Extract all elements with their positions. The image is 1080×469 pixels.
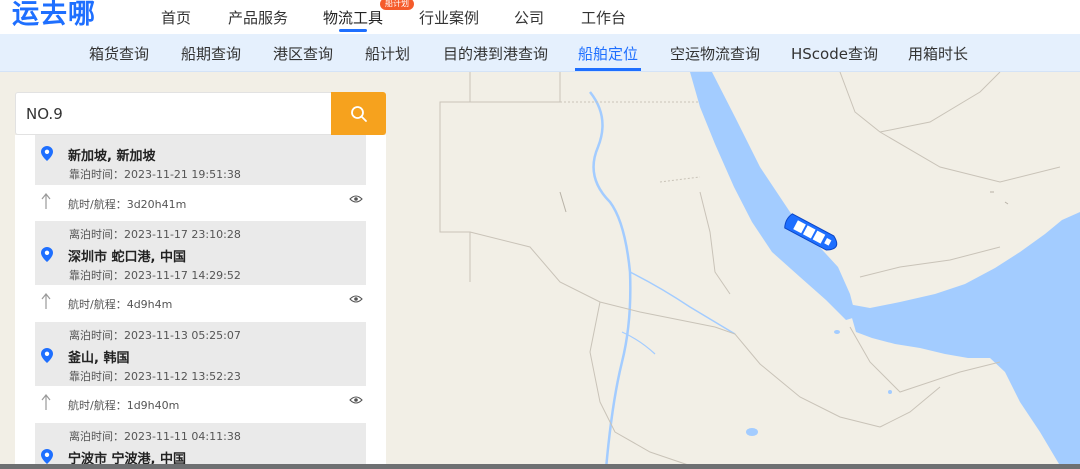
port-name: 深圳市 蛇口港, 中国	[68, 250, 186, 265]
depart-time: 离泊时间：2023-11-17 23:10:28	[69, 228, 241, 241]
port-card-ningbo[interactable]: 离泊时间：2023-11-11 04:11:38 宁波市 宁波港, 中国	[35, 423, 366, 469]
sub-navbar: 箱货查询 船期查询 港区查询 船计划 目的港到港查询 船舶定位 空运物流查询 H…	[0, 34, 1080, 72]
depart-time: 离泊时间：2023-11-13 05:25:07	[69, 329, 241, 342]
port-card-singapore[interactable]: 新加坡, 新加坡 靠泊时间：2023-11-21 19:51:38	[35, 135, 366, 185]
voyage-row: 航时/航程：4d9h4m	[35, 290, 366, 316]
subnav-container-query[interactable]: 箱货查询	[89, 43, 149, 64]
port-name: 新加坡, 新加坡	[68, 149, 156, 164]
voyage-duration: 航时/航程：1d9h40m	[68, 399, 180, 412]
nav-cases[interactable]: 行业案例	[419, 7, 479, 28]
location-pin-icon	[41, 247, 53, 262]
subnav-active-indicator	[575, 68, 641, 71]
subnav-terminal-query[interactable]: 港区查询	[273, 43, 333, 64]
subnav-air-query[interactable]: 空运物流查询	[670, 43, 760, 64]
voyage-duration: 航时/航程：3d20h41m	[68, 198, 187, 211]
nav-company[interactable]: 公司	[514, 7, 544, 28]
port-name: 釜山, 韩国	[68, 351, 130, 366]
search-box	[15, 92, 331, 135]
port-card-shekou[interactable]: 离泊时间：2023-11-17 23:10:28 深圳市 蛇口港, 中国 靠泊时…	[35, 221, 366, 285]
nav-active-indicator	[339, 29, 367, 32]
eye-icon[interactable]	[349, 294, 363, 304]
ship-plan-badge: 船计划	[380, 0, 414, 10]
voyage-duration: 航时/航程：4d9h4m	[68, 298, 173, 311]
search-button[interactable]	[331, 92, 386, 135]
top-navbar: 运去哪 首页 产品服务 物流工具 船计划 行业案例 公司 工作台	[0, 0, 1080, 34]
nav-home[interactable]: 首页	[161, 7, 191, 28]
subnav-container-days[interactable]: 用箱时长	[908, 43, 968, 64]
route-panel[interactable]: 新加坡, 新加坡 靠泊时间：2023-11-21 19:51:38 航时/航程：…	[15, 135, 386, 469]
arrow-up-icon	[41, 193, 51, 209]
arrow-up-icon	[41, 293, 51, 309]
search-icon	[350, 105, 367, 122]
subnav-ship-tracking[interactable]: 船舶定位	[578, 43, 638, 64]
eye-icon[interactable]	[349, 194, 363, 204]
location-pin-icon	[41, 449, 53, 464]
location-pin-icon	[41, 146, 53, 161]
nav-products[interactable]: 产品服务	[228, 7, 288, 28]
subnav-hscode-query[interactable]: HScode查询	[791, 43, 878, 64]
subnav-schedule-query[interactable]: 船期查询	[181, 43, 241, 64]
berth-time: 靠泊时间：2023-11-21 19:51:38	[69, 168, 241, 181]
depart-time: 离泊时间：2023-11-11 04:11:38	[69, 430, 241, 443]
voyage-row: 航时/航程：3d20h41m	[35, 190, 366, 216]
bottom-scrollbar[interactable]	[0, 464, 1080, 469]
berth-time: 靠泊时间：2023-11-12 13:52:23	[69, 370, 241, 383]
ship-search-input[interactable]	[16, 93, 331, 134]
berth-time: 靠泊时间：2023-11-17 14:29:52	[69, 269, 241, 282]
voyage-row: 航时/航程：1d9h40m	[35, 391, 366, 417]
ship-marker-icon[interactable]	[780, 210, 850, 260]
nav-logistics-tools[interactable]: 物流工具	[323, 7, 383, 28]
logo[interactable]: 运去哪	[12, 0, 96, 30]
arrow-up-icon	[41, 394, 51, 410]
port-card-busan[interactable]: 离泊时间：2023-11-13 05:25:07 釜山, 韩国 靠泊时间：202…	[35, 322, 366, 386]
nav-workbench[interactable]: 工作台	[581, 7, 626, 28]
subnav-ship-plan[interactable]: 船计划	[365, 43, 410, 64]
subnav-arrival-query[interactable]: 目的港到港查询	[443, 43, 548, 64]
eye-icon[interactable]	[349, 395, 363, 405]
location-pin-icon	[41, 348, 53, 363]
